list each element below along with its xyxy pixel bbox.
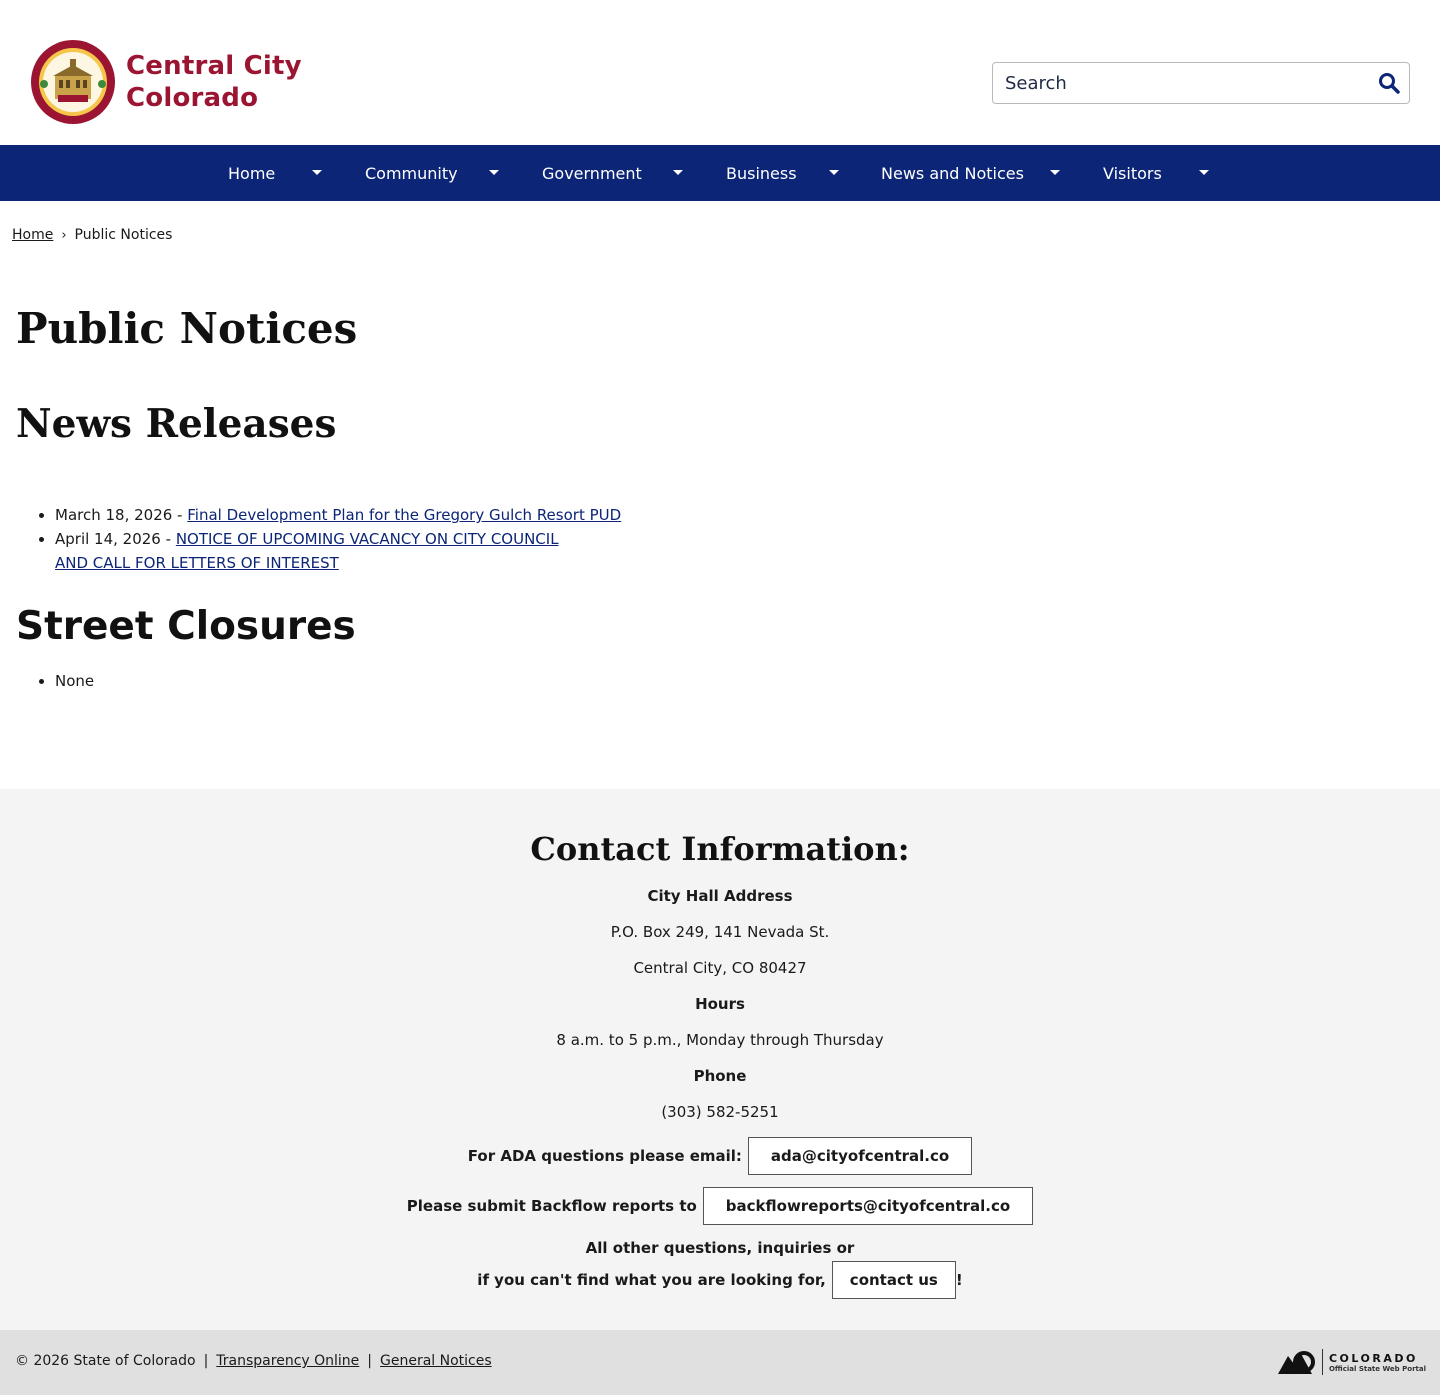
nav-item-community[interactable]: Community bbox=[365, 145, 458, 201]
address-label: City Hall Address bbox=[647, 887, 793, 905]
colorado-logo-text: COLORADO Official State Web Portal bbox=[1329, 1352, 1426, 1373]
general-notices-link[interactable]: General Notices bbox=[380, 1353, 492, 1369]
site-footer: © 2026 State of Colorado | Transparency … bbox=[0, 1330, 1440, 1395]
news-date: April 14, 2026 - bbox=[55, 530, 176, 548]
phone-label: Phone bbox=[693, 1067, 747, 1085]
colorado-logo-title: COLORADO bbox=[1328, 1351, 1418, 1365]
list-item: April 14, 2026 - NOTICE OF UPCOMING VACA… bbox=[55, 527, 621, 575]
search-icon[interactable] bbox=[1377, 71, 1401, 95]
footer-links: © 2026 State of Colorado | Transparency … bbox=[15, 1353, 492, 1369]
nav-item-visitors[interactable]: Visitors bbox=[1103, 145, 1162, 201]
news-date: March 18, 2026 - bbox=[55, 506, 188, 524]
breadcrumb-home-link[interactable]: Home bbox=[12, 227, 53, 243]
other-questions-line2: if you can't find what you are looking f… bbox=[477, 1271, 826, 1289]
list-item: None bbox=[55, 669, 94, 693]
address-line2: Central City, CO 80427 bbox=[633, 959, 807, 977]
nav-item-home[interactable]: Home bbox=[228, 145, 275, 201]
ada-row: For ADA questions please email: ada@city… bbox=[0, 1137, 1440, 1175]
copyright: © 2026 State of Colorado bbox=[15, 1353, 196, 1369]
news-releases-list: March 18, 2026 - Final Development Plan … bbox=[55, 503, 621, 575]
news-dropdown-caret-icon[interactable] bbox=[1050, 170, 1060, 175]
news-releases-heading: News Releases bbox=[16, 401, 337, 447]
logo-divider bbox=[1321, 1349, 1323, 1375]
news-link-vacancy-line2[interactable]: AND CALL FOR LETTERS OF INTEREST bbox=[55, 554, 339, 572]
nav-item-news-and-notices[interactable]: News and Notices bbox=[881, 145, 1024, 201]
community-dropdown-caret-icon[interactable] bbox=[489, 170, 499, 175]
footer-separator: | bbox=[367, 1353, 373, 1369]
breadcrumb-separator: › bbox=[61, 227, 67, 243]
search-box bbox=[992, 62, 1410, 104]
colorado-logo-subtitle: Official State Web Portal bbox=[1328, 1364, 1426, 1373]
main-navigation: Home Community Government Business News … bbox=[0, 145, 1440, 201]
breadcrumb: Home › Public Notices bbox=[12, 227, 172, 243]
colorado-c-mountain-icon bbox=[1277, 1351, 1315, 1374]
contact-title: Contact Information: bbox=[530, 830, 910, 868]
ada-email-button[interactable]: ada@cityofcentral.co bbox=[747, 1137, 973, 1175]
contact-us-button[interactable]: contact us bbox=[831, 1261, 956, 1299]
contact-section: Contact Information: City Hall Address P… bbox=[0, 789, 1440, 1330]
address-line1: P.O. Box 249, 141 Nevada St. bbox=[610, 923, 830, 941]
nav-item-business[interactable]: Business bbox=[726, 145, 797, 201]
news-link-vacancy-line1[interactable]: NOTICE OF UPCOMING VACANCY ON CITY COUNC… bbox=[176, 530, 559, 548]
site-logo[interactable]: Central City Colorado bbox=[30, 39, 302, 125]
exclamation: ! bbox=[955, 1271, 963, 1289]
phone-number: (303) 582-5251 bbox=[661, 1103, 779, 1121]
site-name-line1: Central City bbox=[126, 51, 302, 81]
news-link-gregory-gulch[interactable]: Final Development Plan for the Gregory G… bbox=[187, 506, 621, 524]
visitors-dropdown-caret-icon[interactable] bbox=[1199, 170, 1209, 175]
list-item: March 18, 2026 - Final Development Plan … bbox=[55, 503, 621, 527]
backflow-label: Please submit Backflow reports to bbox=[406, 1197, 697, 1215]
backflow-row: Please submit Backflow reports to backfl… bbox=[0, 1187, 1440, 1225]
city-seal-icon bbox=[31, 40, 115, 124]
home-dropdown-caret-icon[interactable] bbox=[312, 170, 322, 175]
search-input[interactable] bbox=[993, 63, 1363, 103]
hours-text: 8 a.m. to 5 p.m., Monday through Thursda… bbox=[556, 1031, 884, 1049]
site-name-line2: Colorado bbox=[126, 83, 259, 113]
nav-item-government[interactable]: Government bbox=[542, 145, 642, 201]
street-closures-list: None bbox=[55, 669, 94, 693]
street-closures-heading: Street Closures bbox=[16, 604, 356, 649]
page-title: Public Notices bbox=[16, 304, 358, 353]
business-dropdown-caret-icon[interactable] bbox=[829, 170, 839, 175]
breadcrumb-current: Public Notices bbox=[74, 227, 173, 243]
hours-label: Hours bbox=[695, 995, 745, 1013]
footer-separator: | bbox=[203, 1353, 209, 1369]
site-name: Central City Colorado bbox=[126, 50, 302, 114]
contact-us-row: if you can't find what you are looking f… bbox=[0, 1261, 1440, 1299]
colorado-portal-logo[interactable]: COLORADO Official State Web Portal bbox=[1277, 1346, 1426, 1378]
site-header: Central City Colorado bbox=[0, 0, 1440, 145]
ada-label: For ADA questions please email: bbox=[467, 1147, 742, 1165]
government-dropdown-caret-icon[interactable] bbox=[673, 170, 683, 175]
transparency-online-link[interactable]: Transparency Online bbox=[216, 1353, 359, 1369]
other-questions-line1: All other questions, inquiries or bbox=[585, 1239, 855, 1257]
backflow-email-button[interactable]: backflowreports@cityofcentral.co bbox=[702, 1187, 1034, 1225]
